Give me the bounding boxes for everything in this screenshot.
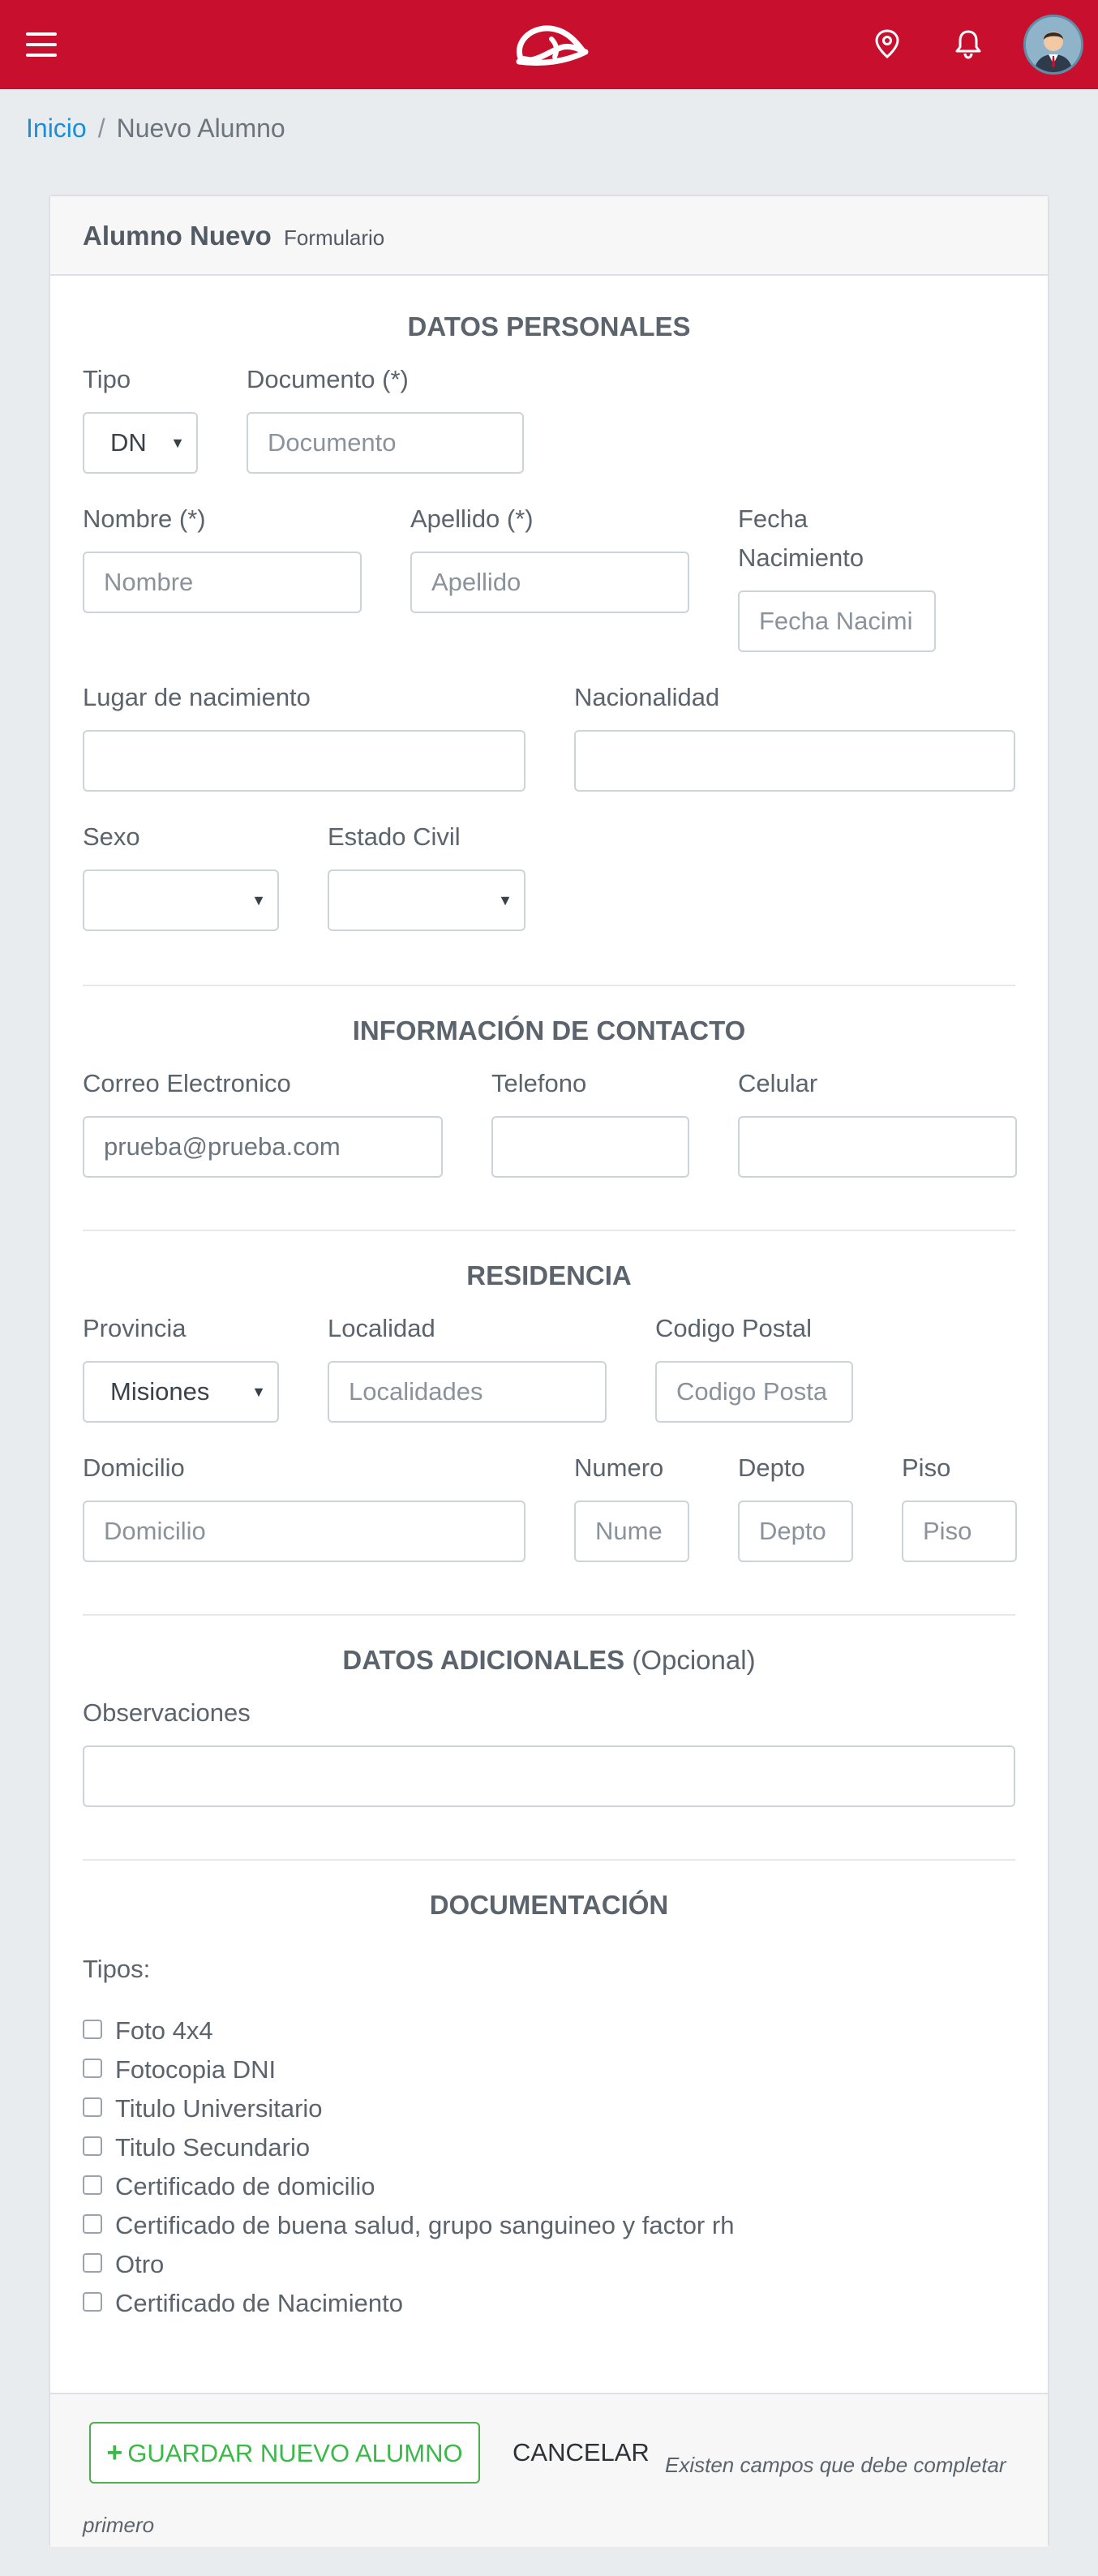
user-avatar[interactable]: [1023, 15, 1083, 75]
section-divider: [83, 1614, 1015, 1616]
section-divider: [83, 985, 1015, 986]
checkbox-label: Titulo Universitario: [115, 2094, 323, 2123]
section-title-adicionales-text: DATOS ADICIONALES: [342, 1645, 625, 1675]
nacionalidad-input[interactable]: [574, 730, 1015, 792]
fecha-label-line2: Nacimiento: [738, 543, 864, 572]
top-navbar: [0, 0, 1098, 89]
section-title-residencia: RESIDENCIA: [466, 1260, 632, 1290]
card-title: Alumno Nuevo Formulario: [83, 221, 384, 251]
section-title-contacto: INFORMACIÓN DE CONTACTO: [352, 1015, 746, 1045]
checkbox[interactable]: [83, 2097, 102, 2117]
localidad-input[interactable]: Localidades: [328, 1361, 607, 1423]
section-divider: [83, 1230, 1015, 1231]
domicilio-input[interactable]: Domicilio: [83, 1501, 525, 1562]
observaciones-input[interactable]: [83, 1745, 1015, 1807]
localidad-label: Localidad: [328, 1314, 435, 1342]
piso-label: Piso: [902, 1453, 951, 1482]
breadcrumb: Inicio / Nuevo Alumno: [26, 114, 285, 144]
chevron-down-icon: ▼: [170, 435, 185, 451]
documento-label: Documento (*): [247, 365, 409, 393]
correo-input[interactable]: prueba@prueba.com: [83, 1116, 443, 1178]
telefono-label: Telefono: [491, 1069, 587, 1097]
card-subtitle: Formulario: [284, 225, 385, 250]
estado-civil-select[interactable]: ▼: [328, 869, 525, 931]
numero-label: Numero: [574, 1453, 664, 1482]
tipo-select[interactable]: DN ▼: [83, 412, 198, 474]
estado-civil-label: Estado Civil: [328, 822, 461, 851]
checkbox-label: Certificado de Nacimiento: [115, 2289, 403, 2317]
celular-input[interactable]: [738, 1116, 1017, 1178]
section-divider: [83, 1859, 1015, 1861]
chevron-down-icon: ▼: [251, 1384, 266, 1400]
card-title-text: Alumno Nuevo: [83, 221, 272, 251]
lugar-nacimiento-input[interactable]: [83, 730, 525, 792]
checkbox[interactable]: [83, 2175, 102, 2195]
checkbox[interactable]: [83, 2214, 102, 2234]
card-header: Alumno Nuevo Formulario: [50, 196, 1048, 276]
codigo-postal-label: Codigo Postal: [655, 1314, 813, 1342]
checkbox-label: Foto 4x4: [115, 2016, 213, 2045]
depto-input[interactable]: Depto: [738, 1501, 853, 1562]
sexo-select[interactable]: ▼: [83, 869, 279, 931]
checkbox[interactable]: [83, 2059, 102, 2078]
checkbox-label: Otro: [115, 2250, 165, 2278]
provincia-label: Provincia: [83, 1314, 187, 1342]
card-footer: Existen campos que debe completar primer…: [50, 2393, 1048, 2547]
nacionalidad-label: Nacionalidad: [574, 683, 720, 711]
chevron-down-icon: ▼: [498, 892, 513, 908]
provincia-select-value: Misiones: [110, 1377, 210, 1406]
depto-label: Depto: [738, 1453, 805, 1482]
apellido-input[interactable]: Apellido: [410, 552, 689, 613]
checkbox-label: Certificado de domicilio: [115, 2172, 375, 2200]
checkbox-label: Fotocopia DNI: [115, 2055, 277, 2084]
cancel-button[interactable]: CANCELAR: [513, 2422, 650, 2484]
nombre-label: Nombre (*): [83, 504, 206, 533]
numero-input[interactable]: Nume: [574, 1501, 689, 1562]
breadcrumb-separator: /: [97, 114, 105, 143]
save-button[interactable]: + GUARDAR NUEVO ALUMNO: [89, 2422, 480, 2484]
domicilio-label: Domicilio: [83, 1453, 185, 1482]
nombre-input[interactable]: Nombre: [83, 552, 362, 613]
observaciones-label: Observaciones: [83, 1698, 251, 1727]
brand-logo[interactable]: [509, 16, 590, 73]
section-title-documentacion: DOCUMENTACIÓN: [429, 1890, 669, 1920]
bell-icon[interactable]: [950, 26, 986, 62]
fecha-label-line1: Fecha: [738, 504, 808, 533]
checkbox[interactable]: [83, 2292, 102, 2312]
plus-icon: +: [106, 2437, 123, 2468]
save-button-label: GUARDAR NUEVO ALUMNO: [127, 2439, 463, 2467]
section-title-personal: DATOS PERSONALES: [407, 311, 691, 341]
piso-input[interactable]: Piso: [902, 1501, 1017, 1562]
celular-label: Celular: [738, 1069, 818, 1097]
sexo-label: Sexo: [83, 822, 140, 851]
breadcrumb-home-link[interactable]: Inicio: [26, 114, 87, 143]
tipo-label: Tipo: [83, 365, 131, 393]
apellido-label: Apellido (*): [410, 504, 534, 533]
checkbox[interactable]: [83, 2253, 102, 2273]
tipos-label: Tipos:: [83, 1955, 151, 1983]
student-form-card: Alumno Nuevo Formulario DATOS PERSONALES…: [49, 195, 1049, 2547]
map-pin-icon[interactable]: [869, 26, 905, 62]
tipo-select-value: DN: [110, 428, 147, 457]
lugar-nacimiento-label: Lugar de nacimiento: [83, 683, 311, 711]
checkbox-label: Titulo Secundario: [115, 2133, 311, 2162]
telefono-input[interactable]: [491, 1116, 689, 1178]
codigo-postal-input[interactable]: Codigo Posta: [655, 1361, 853, 1423]
section-title-adicionales: DATOS ADICIONALES (Opcional): [50, 1645, 1048, 1676]
checkbox-label: Certificado de buena salud, grupo sangui…: [115, 2211, 735, 2239]
section-optional-tag: (Opcional): [632, 1645, 756, 1675]
breadcrumb-current: Nuevo Alumno: [116, 114, 285, 143]
provincia-select[interactable]: Misiones ▼: [83, 1361, 279, 1423]
checkbox[interactable]: [83, 2136, 102, 2156]
chevron-down-icon: ▼: [251, 892, 266, 908]
fecha-nacimiento-input[interactable]: Fecha Nacimi: [738, 590, 936, 652]
checkbox[interactable]: [83, 2020, 102, 2039]
hamburger-icon[interactable]: [26, 32, 57, 57]
correo-label: Correo Electronico: [83, 1069, 291, 1097]
documento-input[interactable]: Documento: [247, 412, 524, 474]
